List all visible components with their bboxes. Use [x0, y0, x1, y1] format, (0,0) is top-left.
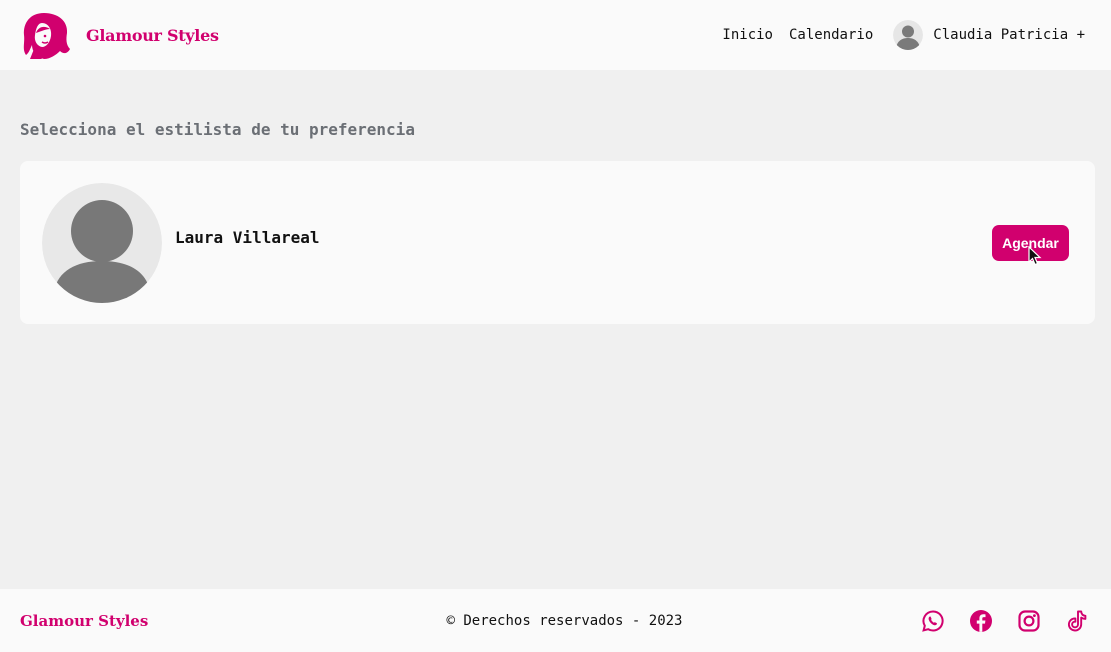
nav-link-inicio[interactable]: Inicio — [722, 27, 773, 43]
page-title: Selecciona el estilista de tu preferenci… — [20, 120, 415, 139]
agendar-button[interactable]: Agendar — [992, 225, 1069, 261]
tiktok-icon[interactable] — [1065, 609, 1089, 633]
copyright-text: © Derechos reservados - 2023 — [446, 612, 683, 629]
instagram-icon[interactable] — [1017, 609, 1041, 633]
user-avatar-icon — [893, 20, 924, 50]
brand[interactable]: Glamour Styles — [20, 9, 219, 61]
footer-brand[interactable]: Glamour Styles — [20, 612, 220, 630]
whatsapp-icon[interactable] — [921, 609, 945, 633]
user-name: Claudia Patricia + — [933, 27, 1085, 43]
social-links — [889, 609, 1089, 633]
default-avatar-icon — [42, 183, 162, 303]
footer: Glamour Styles © Derechos reservados - 2… — [0, 589, 1111, 652]
user-menu[interactable]: Claudia Patricia + — [893, 20, 1085, 50]
main-nav: Inicio Calendario Claudia Patricia + — [722, 20, 1085, 50]
woman-silhouette-logo-icon — [23, 13, 70, 59]
top-header: Glamour Styles Inicio Calendario Claudia… — [0, 0, 1111, 70]
stylist-card: Laura Villareal Agendar — [20, 161, 1095, 324]
facebook-icon[interactable] — [969, 609, 993, 633]
stylist-name: Laura Villareal — [175, 228, 320, 247]
nav-link-calendario[interactable]: Calendario — [789, 27, 873, 43]
brand-name: Glamour Styles — [86, 25, 219, 45]
